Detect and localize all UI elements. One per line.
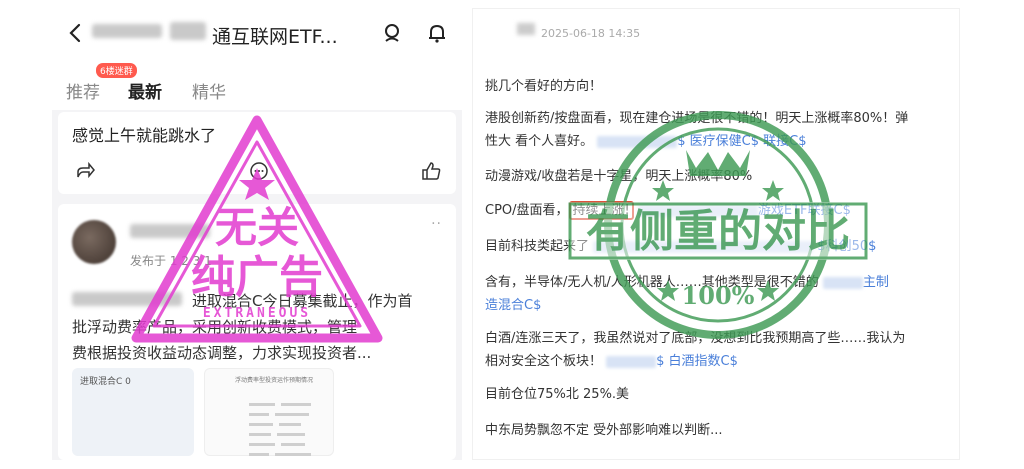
post-paragraph: 挑几个看好的方向！ xyxy=(485,79,603,94)
post-paragraph: 目前仓位75%北 25%.美 xyxy=(485,387,630,402)
tab-bar: 推荐 6楼迷群 最新 精华 xyxy=(52,58,462,110)
blurred-title-part xyxy=(170,22,206,40)
tab-latest[interactable]: 最新 xyxy=(128,78,162,103)
thumbnail-caption: 进取混合C 0 xyxy=(80,377,131,387)
more-options-icon[interactable]: ·· xyxy=(431,216,442,232)
paragraph-text: 相对安全这个板块！ xyxy=(485,354,603,369)
like-icon[interactable] xyxy=(420,160,442,182)
search-person-icon[interactable] xyxy=(382,22,404,44)
stamp-percent: 100% xyxy=(682,281,755,310)
paragraph-text: CPO/盘面看， xyxy=(485,203,569,218)
share-icon[interactable] xyxy=(74,160,96,182)
bell-icon[interactable] xyxy=(426,22,448,44)
blurred-title-part xyxy=(92,24,162,38)
tab-recommended[interactable]: 推荐 xyxy=(66,78,100,103)
blurred-link xyxy=(606,355,657,368)
post-paragraph: 中东局势飘忽不定 受外部影响难以判断... xyxy=(485,423,723,438)
stamp-subtext: EXTRANEOUS xyxy=(203,306,311,321)
tab-featured[interactable]: 精华 xyxy=(192,78,226,103)
thumbnail-caption: 浮动费率型投资运作预期情况 xyxy=(235,377,314,384)
tab-badge: 6楼迷群 xyxy=(96,63,137,78)
fund-link[interactable]: $ 白酒指数C$ xyxy=(656,354,738,369)
stamp-line-2: 纯广告 xyxy=(191,252,323,303)
thumbnail-image[interactable]: 进取混合C 0 xyxy=(72,368,194,456)
comparison-stamp: 有侧重的对比 100% xyxy=(568,111,868,339)
stamp-text: 有侧重的对比 xyxy=(586,206,850,257)
back-arrow-icon[interactable] xyxy=(64,21,88,45)
thumbnail-image[interactable]: 浮动费率型投资运作预期情况 xyxy=(204,368,334,456)
timestamp: 2025-06-18 14:35 xyxy=(541,27,641,40)
stamp-line-1: 无关 xyxy=(215,203,299,252)
irrelevant-ad-stamp: 无关 纯广告 EXTRANEOUS xyxy=(131,115,383,343)
top-bar: 通互联网ETF... xyxy=(52,8,462,58)
blurred-username xyxy=(517,23,535,35)
page-title: 通互联网ETF... xyxy=(212,26,338,48)
left-screenshot-panel: 通互联网ETF... 推荐 6楼迷群 最新 精华 感觉上午就能跳水了 发布于 1… xyxy=(52,8,462,460)
paragraph-line: 相对安全这个板块！ $ 白酒指数C$ xyxy=(485,350,951,373)
avatar[interactable] xyxy=(72,220,116,264)
